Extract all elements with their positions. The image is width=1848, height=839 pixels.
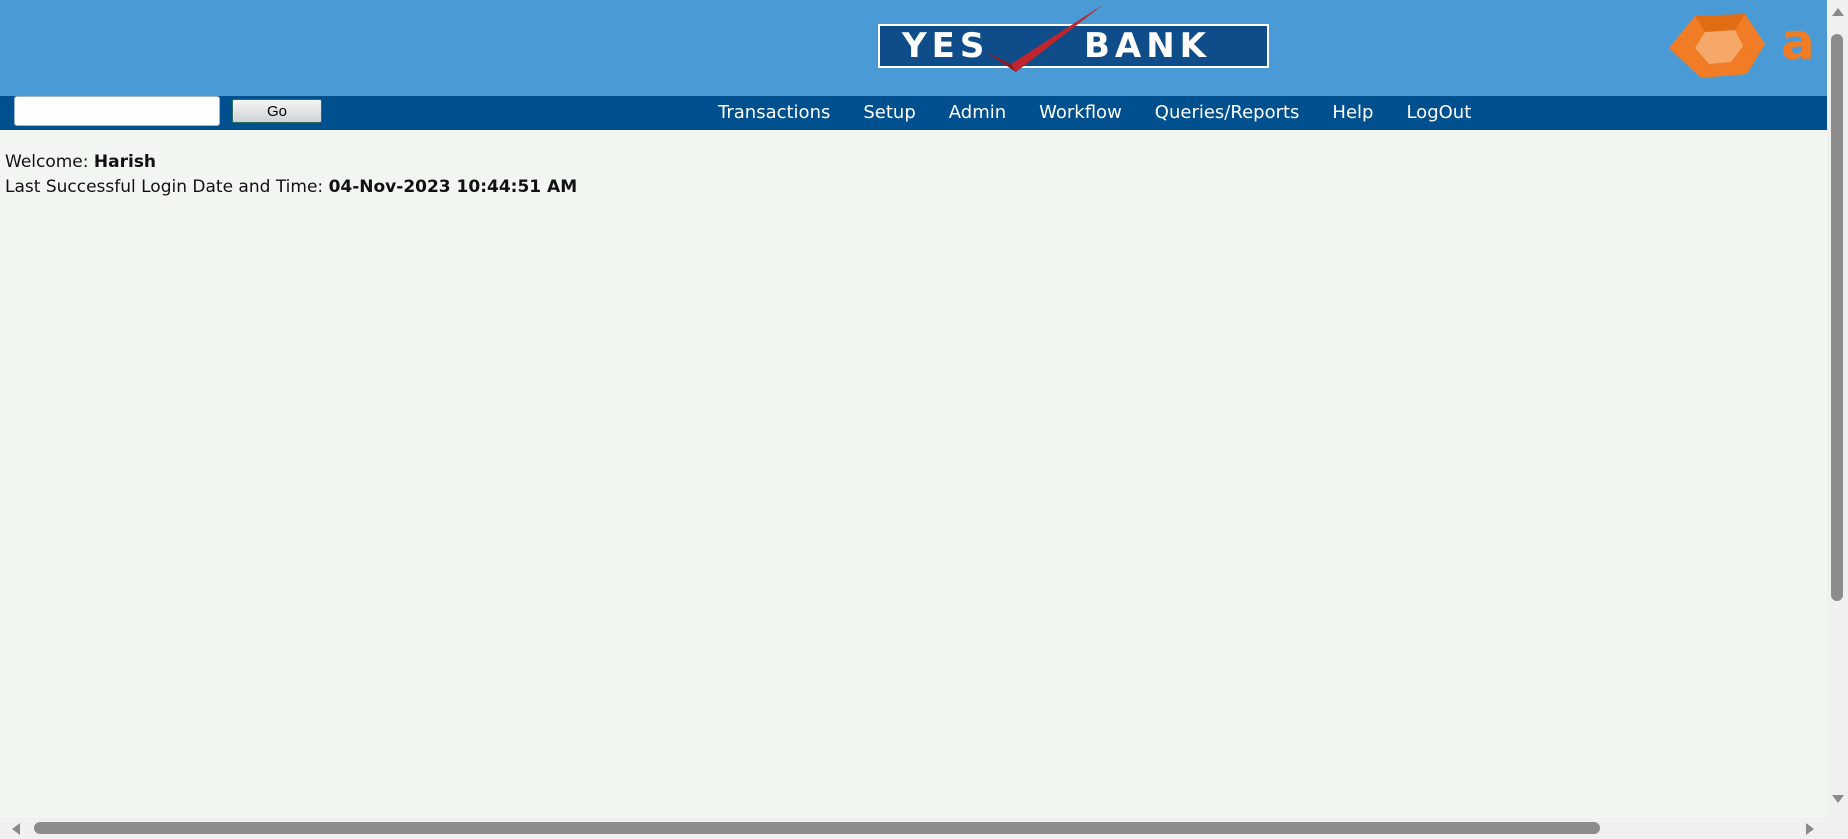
partner-logo-icon (1669, 14, 1765, 78)
welcome-panel: Welcome: Harish Last Successful Login Da… (5, 150, 577, 200)
menu-item-admin[interactable]: Admin (949, 96, 1006, 130)
menu-item-setup[interactable]: Setup (863, 96, 915, 130)
user-name: Harish (93, 152, 157, 172)
header-banner: YES BANK a (0, 0, 1827, 96)
menu-item-logout[interactable]: LogOut (1406, 96, 1471, 130)
partner-logo-text: a (1781, 13, 1815, 71)
search-input[interactable] (14, 96, 220, 126)
last-login-line: Last Successful Login Date and Time: 04-… (5, 175, 577, 200)
go-button[interactable]: Go (232, 99, 322, 123)
checkmark-icon (986, 4, 1104, 72)
scroll-left-icon[interactable] (12, 823, 20, 835)
scroll-up-icon[interactable] (1832, 8, 1844, 16)
last-login-label: Last Successful Login Date and Time: (5, 177, 324, 197)
welcome-line: Welcome: Harish (5, 150, 577, 175)
vertical-scrollbar[interactable] (1827, 0, 1848, 818)
menu-item-queries-reports[interactable]: Queries/Reports (1155, 96, 1300, 130)
menu-item-transactions[interactable]: Transactions (718, 96, 830, 130)
horizontal-scroll-thumb[interactable] (34, 822, 1600, 834)
vertical-scroll-thumb[interactable] (1831, 34, 1843, 601)
welcome-label: Welcome: (5, 152, 89, 172)
horizontal-scrollbar[interactable] (0, 818, 1848, 839)
scroll-down-icon[interactable] (1832, 795, 1844, 803)
menu-item-workflow[interactable]: Workflow (1039, 96, 1122, 130)
menu-item-help[interactable]: Help (1332, 96, 1373, 130)
top-navbar: Go Transactions Setup Admin Workflow Que… (0, 96, 1827, 130)
last-login-value: 04-Nov-2023 10:44:51 AM (328, 177, 578, 197)
scroll-right-icon[interactable] (1806, 823, 1814, 835)
yes-bank-logo: YES BANK (878, 4, 1273, 86)
main-menu: Transactions Setup Admin Workflow Querie… (718, 96, 1504, 130)
scrollbar-corner (1827, 818, 1848, 839)
partner-logo: a (1665, 8, 1827, 82)
